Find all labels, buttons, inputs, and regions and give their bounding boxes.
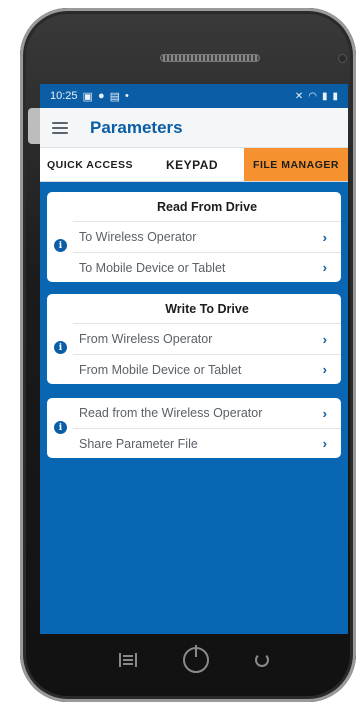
list-item-label: From Wireless Operator — [79, 332, 213, 346]
app-screen: 10:25 ▣ ● ▤ • ✕ ◠ ▮ ▮ Parameters QUICK A… — [40, 84, 348, 634]
signal-icon: ▮ — [321, 90, 328, 102]
list-item-label: To Mobile Device or Tablet — [79, 260, 226, 275]
status-bar: 10:25 ▣ ● ▤ • ✕ ◠ ▮ ▮ — [40, 84, 348, 108]
battery-icon: ▮ — [332, 90, 338, 102]
image-notification-icon: ▣ — [82, 90, 93, 103]
front-camera — [338, 54, 347, 63]
home-power-icon[interactable] — [183, 645, 209, 673]
tab-bar: QUICK ACCESS KEYPAD FILE MANAGER — [40, 148, 348, 182]
back-icon[interactable] — [255, 653, 269, 667]
tab-quick-access[interactable]: QUICK ACCESS — [40, 148, 140, 181]
chevron-right-icon: › — [322, 260, 327, 275]
hamburger-menu-icon[interactable] — [52, 121, 68, 134]
chevron-right-icon: › — [322, 362, 327, 377]
other-actions-card: i Read from the Wireless Operator › Shar… — [47, 398, 341, 458]
chevron-right-icon: › — [322, 331, 327, 347]
teams-notification-icon: ▤ — [109, 90, 120, 103]
info-icon[interactable]: i — [54, 341, 67, 354]
list-item-label: Share Parameter File — [79, 436, 198, 451]
read-from-wireless-operator-item[interactable]: Read from the Wireless Operator › — [73, 398, 341, 428]
chevron-right-icon: › — [322, 436, 327, 451]
to-wireless-operator-item[interactable]: To Wireless Operator › — [73, 222, 341, 252]
wifi-icon: ◠ — [308, 90, 317, 102]
chevron-right-icon: › — [322, 229, 327, 245]
from-wireless-operator-item[interactable]: From Wireless Operator › — [73, 324, 341, 354]
page-title: Parameters — [90, 117, 183, 137]
system-nav-bar — [40, 634, 348, 686]
read-from-drive-card: i Read From Drive To Wireless Operator ›… — [47, 192, 341, 282]
mute-icon: ✕ — [294, 90, 304, 102]
card-header: Write To Drive — [73, 294, 341, 324]
tab-keypad[interactable]: KEYPAD — [140, 148, 244, 181]
list-item-label: To Wireless Operator — [79, 230, 197, 244]
to-mobile-device-item[interactable]: To Mobile Device or Tablet › — [73, 252, 341, 282]
speaker-grille — [160, 54, 260, 62]
info-icon[interactable]: i — [54, 421, 67, 434]
app-bar: Parameters — [40, 108, 348, 148]
from-mobile-device-item[interactable]: From Mobile Device or Tablet › — [73, 354, 341, 384]
card-header: Read From Drive — [73, 192, 341, 222]
write-to-drive-card: i Write To Drive From Wireless Operator … — [47, 294, 341, 384]
recents-icon[interactable] — [119, 653, 137, 667]
status-time: 10:25 — [50, 90, 78, 102]
chevron-right-icon: › — [322, 405, 327, 421]
share-parameter-file-item[interactable]: Share Parameter File › — [73, 428, 341, 458]
record-notification-icon: ● — [97, 90, 105, 102]
tab-file-manager[interactable]: FILE MANAGER — [244, 148, 348, 181]
list-item-label: Read from the Wireless Operator — [79, 406, 263, 420]
info-icon[interactable]: i — [54, 239, 67, 252]
status-dot: • — [125, 90, 129, 102]
list-item-label: From Mobile Device or Tablet — [79, 362, 242, 377]
